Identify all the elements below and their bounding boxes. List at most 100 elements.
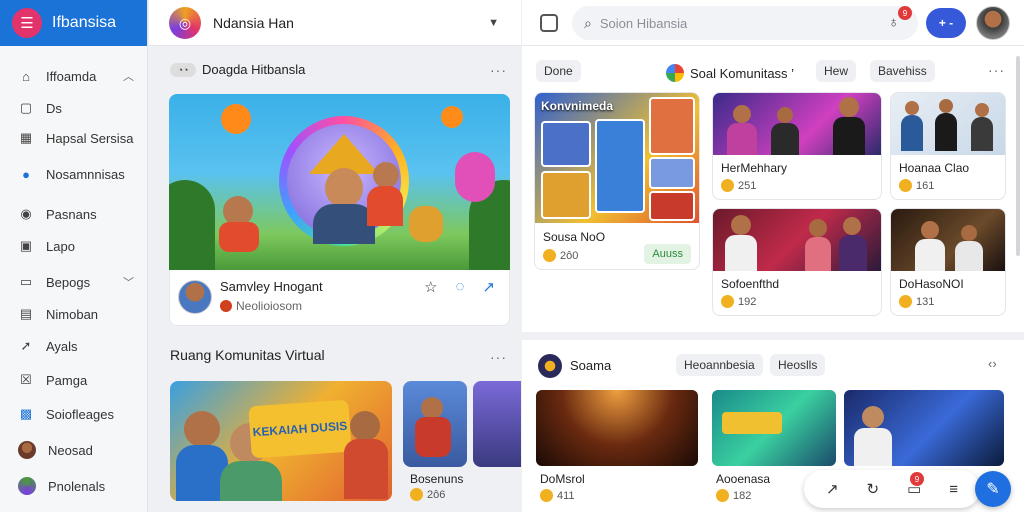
menu-icon[interactable]: ☰ bbox=[12, 8, 42, 38]
filter-chip[interactable]: Done bbox=[536, 60, 581, 82]
child-face bbox=[373, 162, 399, 188]
featured-card-footer: Samvley Hnogant Neolioiosom ☆ ◌ ↗ bbox=[169, 270, 510, 326]
featured-card-title: Doagda Hitbansla bbox=[202, 62, 306, 77]
coin-icon bbox=[721, 179, 734, 192]
community-card[interactable]: Hoanaa Clao 161 bbox=[890, 92, 1006, 200]
sidebar-item-calendar[interactable]: ▦ Hapsal Sersisa bbox=[0, 126, 148, 150]
photo-tile bbox=[541, 171, 591, 219]
group-icon: ▩ bbox=[19, 406, 33, 421]
person-body bbox=[727, 123, 757, 155]
section-title: Ruang Komunitas Virtual bbox=[170, 347, 325, 363]
brand-header[interactable]: ☰ Ifbansisa bbox=[0, 0, 147, 46]
sidebar-item-profiles[interactable]: Pnolenals bbox=[0, 474, 148, 498]
person-body bbox=[220, 461, 282, 501]
sidebar-item-bepogs[interactable]: ▭ Bepogs ﹀ bbox=[0, 270, 148, 294]
more-options-icon[interactable]: ··· bbox=[988, 62, 1005, 78]
sidebar-item-lapo[interactable]: ▣ Lapo bbox=[0, 234, 148, 258]
person-face bbox=[809, 219, 827, 237]
section-title: Soal Komunitass ’ bbox=[690, 65, 795, 81]
community-card[interactable]: DoHasoNOI 131 bbox=[890, 208, 1006, 316]
sidebar-item-label: Bepogs bbox=[46, 274, 91, 290]
sidebar-item-home[interactable]: ⌂ Iffoamda ︿ bbox=[0, 64, 148, 88]
card-label: HerMehhary bbox=[721, 161, 788, 175]
person-body bbox=[854, 428, 892, 466]
creator-avatar[interactable] bbox=[178, 280, 212, 314]
person-face bbox=[921, 221, 939, 239]
community-card[interactable]: Sofoenfthd 192 bbox=[712, 208, 882, 316]
filter-chip[interactable]: Heoslls bbox=[770, 354, 826, 376]
home-square-icon[interactable] bbox=[540, 14, 558, 32]
chat-icon: ✎ bbox=[986, 481, 1000, 498]
community-thumbnail[interactable] bbox=[403, 381, 467, 467]
expand-icon[interactable]: ‹› bbox=[988, 356, 997, 371]
instagram-icon: ◎ bbox=[169, 7, 201, 39]
filter-chip[interactable]: Hew bbox=[816, 60, 857, 82]
close-box-icon: ☒ bbox=[20, 372, 32, 387]
scrollbar[interactable] bbox=[1016, 56, 1020, 256]
section-avatar bbox=[538, 354, 562, 378]
card-image bbox=[536, 390, 698, 466]
sidebar-item-pasnans[interactable]: ◉ Pasnans bbox=[0, 202, 148, 226]
share-icon[interactable]: ↗ bbox=[482, 278, 495, 296]
more-options-icon[interactable]: ··· bbox=[490, 349, 507, 365]
chevron-down-icon[interactable]: ﹀ bbox=[123, 274, 134, 290]
search-input[interactable] bbox=[599, 15, 870, 31]
chat-bubble-icon[interactable]: ◌ bbox=[456, 278, 465, 296]
media-card[interactable]: DoMsrol 411 bbox=[536, 390, 698, 510]
stack-icon[interactable]: ≡ bbox=[949, 481, 958, 498]
app-name: Ifbansisa bbox=[52, 14, 117, 31]
compose-fab[interactable]: ✎ bbox=[975, 471, 1011, 507]
child-body bbox=[367, 186, 403, 226]
bell-icon[interactable]: ♁ bbox=[888, 14, 899, 31]
photo-tile bbox=[649, 191, 695, 221]
circle-icon: ◉ bbox=[20, 206, 32, 221]
coin-icon bbox=[721, 295, 734, 308]
creator-subtitle: Neolioiosom bbox=[220, 299, 302, 313]
share-icon[interactable]: ↗ bbox=[826, 480, 839, 498]
creator-name[interactable]: Samvley Hnogant bbox=[220, 279, 323, 294]
notification-badge: 9 bbox=[898, 6, 912, 20]
floating-action-bar: ↗ ↻ ▭ ≡ bbox=[804, 470, 980, 508]
sidebar-item-ayals[interactable]: ➚ Ayals bbox=[0, 334, 148, 358]
person-face bbox=[731, 215, 751, 235]
refresh-icon[interactable]: ↻ bbox=[867, 480, 880, 498]
star-icon[interactable]: ☆ bbox=[424, 278, 437, 296]
person-face bbox=[350, 411, 380, 441]
filter-chip[interactable]: Bavehiss bbox=[870, 60, 935, 82]
add-button[interactable]: + - bbox=[926, 8, 966, 38]
user-avatar bbox=[18, 441, 36, 459]
search-bar[interactable]: ⌕ bbox=[572, 6, 918, 40]
community-thumbnail[interactable]: KEKAIAH DUSIS bbox=[170, 381, 392, 501]
sidebar-item-label: Nimoban bbox=[46, 306, 99, 322]
chevron-up-icon[interactable]: ︿ bbox=[123, 68, 134, 84]
filter-chip[interactable]: Heoannbesia bbox=[676, 354, 763, 376]
thumbnail-meta: 2ô6 bbox=[410, 488, 445, 501]
sidebar-item-pamga[interactable]: ☒ Pamga bbox=[0, 368, 148, 392]
user-avatar[interactable] bbox=[976, 6, 1010, 40]
sidebar-item-groups[interactable]: ▩ Soiofleages bbox=[0, 402, 148, 426]
profile-select[interactable]: ◎ Ndansia Han ▼ bbox=[167, 7, 505, 39]
sun-character bbox=[221, 104, 251, 134]
caret-down-icon[interactable]: ▼ bbox=[488, 17, 499, 29]
collage-image: Konvnimeda bbox=[535, 93, 699, 223]
sidebar-item-nimoban[interactable]: ▤ Nimoban bbox=[0, 302, 148, 326]
sidebar-item-neosad[interactable]: Neosad bbox=[0, 438, 148, 462]
card-meta: 182 bbox=[716, 489, 751, 502]
sidebar-item-ds[interactable]: ▢ Ds bbox=[0, 96, 148, 120]
more-options-icon[interactable]: ··· bbox=[490, 62, 507, 78]
game-banner bbox=[722, 412, 782, 434]
featured-hero-image[interactable] bbox=[169, 94, 510, 270]
thumbnail-label: Bosenuns bbox=[410, 472, 464, 486]
community-thumbnail[interactable] bbox=[473, 381, 521, 467]
sidebar-item-label: Nosamnnisas bbox=[46, 166, 125, 182]
featured-card-header: ◔◔ Doagda Hitbansla bbox=[170, 62, 305, 77]
person-face bbox=[184, 411, 220, 447]
collage-card[interactable]: Konvnimeda Sousa NoO 2ô0 Auuss bbox=[534, 92, 700, 270]
collage-title: Konvnimeda bbox=[541, 99, 614, 113]
sidebar-item-community[interactable]: ● Nosamnnisas bbox=[0, 162, 148, 186]
join-button[interactable]: Auuss bbox=[644, 244, 691, 264]
community-card[interactable]: HerMehhary 251 bbox=[712, 92, 882, 200]
photo-tile bbox=[595, 119, 645, 213]
photo-tile bbox=[649, 97, 695, 155]
person-body bbox=[935, 113, 957, 151]
